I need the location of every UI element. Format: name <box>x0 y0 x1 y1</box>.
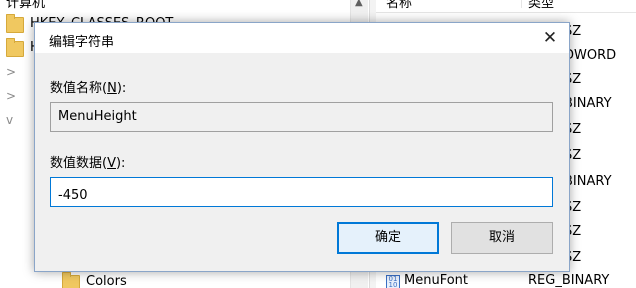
value-type: BINARY <box>564 174 612 189</box>
value-name-label: 数值名称(N): <box>50 77 126 96</box>
folder-icon <box>6 38 24 57</box>
folder-icon <box>6 14 24 33</box>
column-header-type[interactable]: 类型 <box>528 0 554 11</box>
folder-icon <box>62 272 80 288</box>
column-header-name[interactable]: 名称 <box>386 0 412 11</box>
label-text: ): <box>116 81 127 96</box>
value-data-label: 数值数据(V): <box>50 152 125 171</box>
value-name: MenuFont <box>404 273 468 288</box>
dialog-titlebar[interactable]: 编辑字符串 ✕ <box>35 23 569 53</box>
value-type: BINARY <box>564 96 612 111</box>
tree-item-colors[interactable]: Colors <box>56 272 370 288</box>
label-text: 数值名称( <box>50 81 108 96</box>
binary-value-icon: 01 10 <box>386 275 400 288</box>
value-name-field: MenuHeight <box>50 102 553 132</box>
chevron-right-icon[interactable]: > <box>6 66 16 78</box>
tree-item-label: Colors <box>86 274 127 288</box>
column-divider[interactable] <box>521 0 522 8</box>
accelerator-key: N <box>107 81 117 96</box>
tree-root-label[interactable]: 计算机 <box>6 0 45 11</box>
edit-string-dialog: 编辑字符串 ✕ 数值名称(N): MenuHeight 数值数据(V): 确定 … <box>34 22 570 272</box>
chevron-down-icon[interactable]: v <box>6 114 16 126</box>
scroll-up-icon[interactable]: ▲ <box>355 0 363 8</box>
value-type: DWORD <box>564 48 617 63</box>
accelerator-key: V <box>107 156 116 171</box>
label-text: 数值数据( <box>50 156 108 171</box>
close-icon[interactable]: ✕ <box>531 23 569 53</box>
ok-button[interactable]: 确定 <box>337 222 439 254</box>
label-text: ): <box>115 156 126 171</box>
chevron-right-icon[interactable]: > <box>6 90 16 102</box>
cancel-button[interactable]: 取消 <box>451 222 553 254</box>
value-type: REG_BINARY <box>528 273 610 288</box>
value-data-input[interactable] <box>50 177 553 207</box>
list-header: 名称 类型 <box>376 0 636 13</box>
dialog-title: 编辑字符串 <box>49 35 115 50</box>
list-item[interactable]: 01 10 MenuFont REG_BINARY <box>376 272 636 288</box>
